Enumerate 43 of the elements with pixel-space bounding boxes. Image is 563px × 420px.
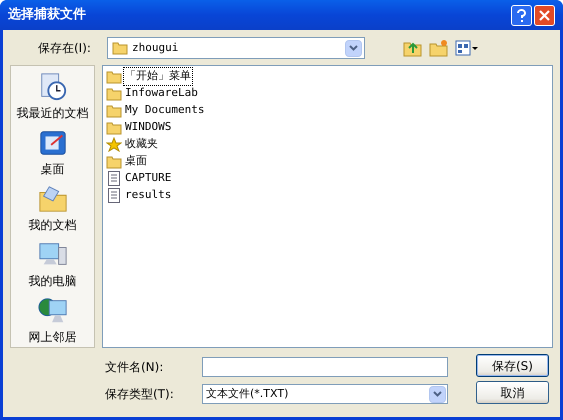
help-button[interactable] — [511, 4, 532, 26]
file-type-value: 文本文件(*.TXT) — [206, 386, 290, 402]
folder-icon — [106, 120, 122, 134]
view-menu-icon[interactable] — [455, 39, 479, 57]
file-item[interactable]: My Documents — [124, 102, 206, 119]
places-item[interactable]: 我的文档 — [28, 216, 76, 234]
places-item[interactable]: 我最近的文档 — [16, 104, 88, 122]
dialog-button[interactable]: 取消 — [476, 381, 549, 404]
dropdown-arrow-button[interactable] — [345, 40, 362, 56]
save-in-label: 保存在(I): — [37, 40, 92, 57]
file-item[interactable]: 收藏夹 — [124, 136, 159, 153]
chevron-down-icon — [433, 391, 442, 397]
places-item[interactable]: 我的电脑 — [28, 272, 76, 290]
file-item[interactable]: InfowareLab — [124, 85, 199, 102]
help-icon — [517, 8, 526, 22]
window-title: 选择捕获文件 — [8, 6, 87, 24]
text-file-icon — [108, 188, 120, 203]
close-icon — [539, 10, 550, 20]
places-item[interactable]: 网上邻居 — [28, 328, 76, 346]
folder-icon — [112, 41, 128, 55]
star-icon — [106, 137, 122, 152]
file-item[interactable]: 桌面 — [124, 153, 148, 170]
text-file-icon — [108, 171, 120, 186]
file-name-label: 文件名(N): — [105, 359, 164, 376]
file-type-label: 保存类型(T): — [105, 386, 175, 403]
folder-icon — [106, 86, 122, 100]
file-item[interactable]: 「开始」菜单 — [124, 68, 192, 85]
file-type-dropdown[interactable]: 文本文件(*.TXT) — [202, 384, 448, 404]
save-in-value: zhougui — [132, 40, 180, 56]
close-button[interactable] — [534, 4, 555, 26]
folder-icon — [106, 70, 122, 84]
file-item[interactable]: results — [124, 187, 172, 204]
folder-icon — [106, 104, 122, 118]
dropdown-arrow-button[interactable] — [429, 386, 446, 402]
folder-documents-icon — [36, 184, 68, 214]
places-item[interactable]: 桌面 — [40, 160, 64, 178]
folder-icon — [106, 154, 122, 168]
chevron-down-icon — [349, 45, 358, 51]
file-item[interactable]: WINDOWS — [124, 119, 172, 136]
save-in-dropdown[interactable]: zhougui — [107, 37, 365, 59]
dialog-button[interactable]: 保存(S) — [476, 354, 549, 377]
file-item[interactable]: CAPTURE — [124, 170, 172, 187]
file-name-field[interactable] — [202, 357, 448, 377]
